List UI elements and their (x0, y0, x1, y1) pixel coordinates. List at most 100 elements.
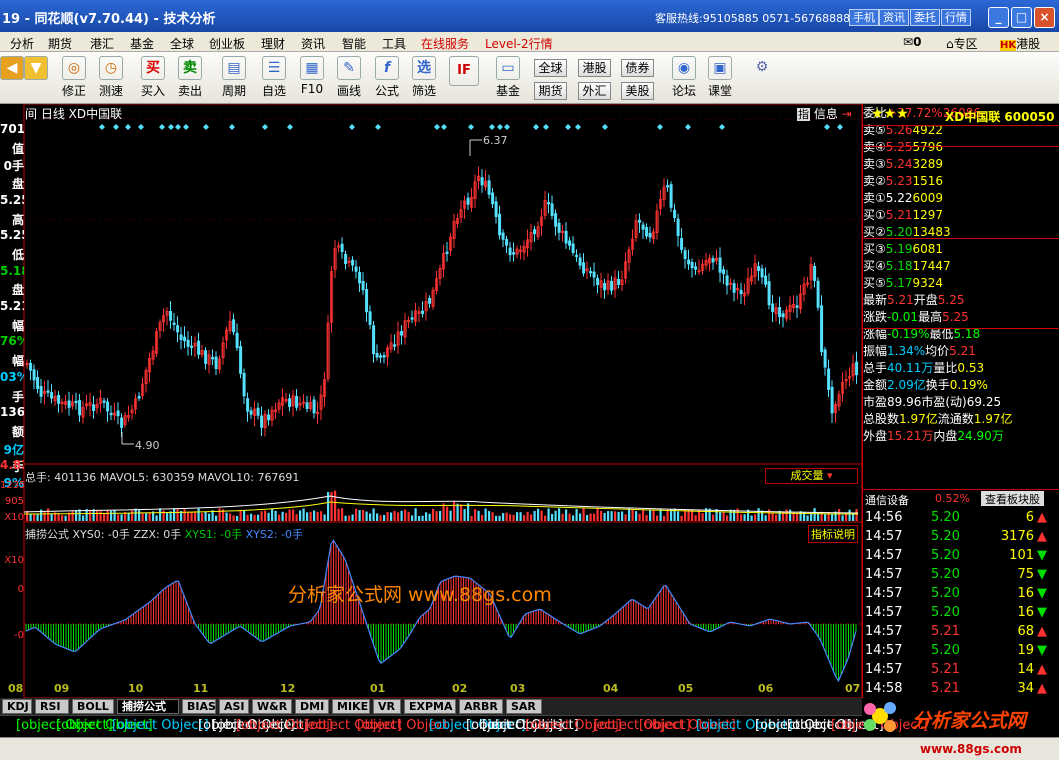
trade-row: 14:57 5.21 68 ▲ (863, 623, 1059, 642)
volume-bar (757, 508, 760, 521)
indicator-toggle[interactable]: 指 (797, 108, 810, 121)
menu-analysis[interactable]: 分析 (10, 35, 34, 52)
filter-button[interactable]: 选筛选 (406, 56, 442, 99)
tab-w&r[interactable]: W&R (252, 699, 292, 714)
tab-expma[interactable]: EXPMA (404, 699, 456, 714)
correct-button[interactable]: ◎ 修正 (56, 56, 92, 99)
news-button[interactable]: 资讯 (879, 9, 909, 26)
menu-tools[interactable]: 工具 (382, 35, 406, 52)
tab-mike[interactable]: MIKE (332, 699, 370, 714)
sector-name[interactable]: 通信设备 (865, 492, 909, 508)
candle-body (641, 224, 645, 230)
volume-bar (372, 508, 375, 521)
trade-volume: 16 (1017, 586, 1034, 601)
candle-body (32, 369, 36, 381)
tab-boll[interactable]: BOLL (72, 699, 114, 714)
menu-gem[interactable]: 创业板 (209, 35, 245, 52)
indicator-help-button[interactable]: 指标说明 (808, 525, 858, 543)
volume-bar (418, 515, 421, 521)
close-icon[interactable]: × (1034, 7, 1055, 28)
watchlist-button[interactable]: ☰ 自选 (256, 56, 292, 99)
futures-button[interactable]: 期货 (534, 82, 567, 100)
forex-button[interactable]: 外汇 (578, 82, 611, 100)
bid-price: 5.21 (885, 208, 913, 222)
stat-value: 5.18 (953, 327, 981, 341)
tab-bias[interactable]: BIAS (182, 699, 216, 714)
formula-button[interactable]: f 公式 (369, 56, 405, 99)
candle-body (813, 265, 817, 282)
tab-rsi[interactable]: RSI (35, 699, 69, 714)
signal-diamond (497, 124, 503, 130)
market-button[interactable]: 行情 (941, 9, 971, 26)
volume-bar (369, 513, 372, 521)
trade-button[interactable]: 委托 (910, 9, 940, 26)
candle-body (501, 232, 505, 240)
hk-link[interactable]: HK港股 (1000, 35, 1040, 52)
menu-fund[interactable]: 基金 (130, 35, 154, 52)
month-label: 05 (678, 682, 694, 695)
tab-vr[interactable]: VR (373, 699, 401, 714)
tab-sar[interactable]: SAR (506, 699, 542, 714)
home-icon: ⌂ (946, 37, 954, 51)
down-button[interactable]: ▼ (18, 56, 54, 82)
trade-row: 14:57 5.20 19 ▼ (863, 642, 1059, 661)
global-button[interactable]: 全球 (534, 59, 567, 77)
menu-smart[interactable]: 智能 (342, 35, 366, 52)
maximize-icon[interactable]: □ (1011, 7, 1032, 28)
volume-bar (726, 515, 729, 521)
minimize-icon[interactable]: _ (988, 7, 1009, 28)
tab-dmi[interactable]: DMI (295, 699, 329, 714)
us-stock-button[interactable]: 美股 (621, 82, 654, 100)
draw-line-button[interactable]: ✎ 画线 (331, 56, 367, 99)
hk-stock-button[interactable]: 港股 (578, 59, 611, 77)
separator (863, 328, 1059, 329)
chart-area[interactable]: 6.374.90 701值0手盘5.25高5.25低5.18盘5.21幅76%幅… (0, 104, 862, 698)
correct-label: 修正 (61, 84, 86, 98)
candle-body (351, 259, 355, 266)
menu-info[interactable]: 资讯 (301, 35, 325, 52)
exit-icon[interactable]: ⇥ (842, 107, 852, 121)
view-sector-button[interactable]: 查看板块股 (981, 491, 1044, 506)
bid-row: 买①5.211297 (863, 206, 1059, 223)
menu-level2[interactable]: Level-2行情 (485, 35, 553, 52)
mobile-button[interactable]: 手机 (849, 9, 879, 26)
f10-button[interactable]: ▦ F10 (294, 56, 330, 96)
if-button[interactable]: IF (447, 56, 481, 88)
mail-count: 0 (913, 35, 922, 49)
settings-button[interactable]: ⚙ (744, 56, 780, 82)
fund-button[interactable]: ▭ 基金 (490, 56, 526, 99)
classroom-button[interactable]: ▣ 课堂 (702, 56, 738, 99)
menu-finance[interactable]: 理财 (261, 35, 285, 52)
bond-button[interactable]: 债券 (621, 59, 654, 77)
watermark-text: 分析家公式网 www.88gs.com (288, 584, 552, 606)
stat-label: 最高 (918, 310, 943, 324)
menu-global[interactable]: 全球 (170, 35, 194, 52)
menu-hk[interactable]: 港汇 (90, 35, 114, 52)
volume-bar (166, 512, 169, 521)
stat-value: 89.96 (887, 395, 922, 409)
tab-kdj[interactable]: KDJ (2, 699, 32, 714)
volume-bar (467, 503, 470, 521)
tab-asi[interactable]: ASI (219, 699, 249, 714)
menu-online[interactable]: 在线服务 (421, 35, 469, 52)
menu-futures[interactable]: 期货 (48, 35, 72, 52)
zone-link[interactable]: ⌂专区 (946, 35, 978, 52)
buy-button[interactable]: 买买入 (135, 56, 171, 99)
tab-捕捞公式[interactable]: 捕捞公式 (117, 699, 179, 714)
candle-body (757, 266, 761, 271)
speedtest-button[interactable]: ◷ 测速 (93, 56, 129, 99)
volume-bar (313, 510, 316, 521)
signal-diamond (183, 124, 189, 130)
signal-diamond (837, 124, 843, 130)
volume-dropdown[interactable]: 成交量 ▾ (765, 468, 858, 484)
sell-button[interactable]: 卖卖出 (172, 56, 208, 99)
mail-indicator[interactable]: ✉0 (903, 35, 921, 49)
period-button[interactable]: ▤ 周期 (216, 56, 252, 99)
info-button[interactable]: 信息 (814, 107, 838, 121)
chart-canvas[interactable]: 6.37 4.90 (0, 104, 862, 698)
tab-arbr[interactable]: ARBR (459, 699, 503, 714)
indicator-axis-label: 0 (17, 584, 24, 595)
f10-label: F10 (300, 82, 324, 96)
forum-button[interactable]: ◉ 论坛 (666, 56, 702, 99)
stat-value: 2.09亿 (887, 378, 926, 392)
